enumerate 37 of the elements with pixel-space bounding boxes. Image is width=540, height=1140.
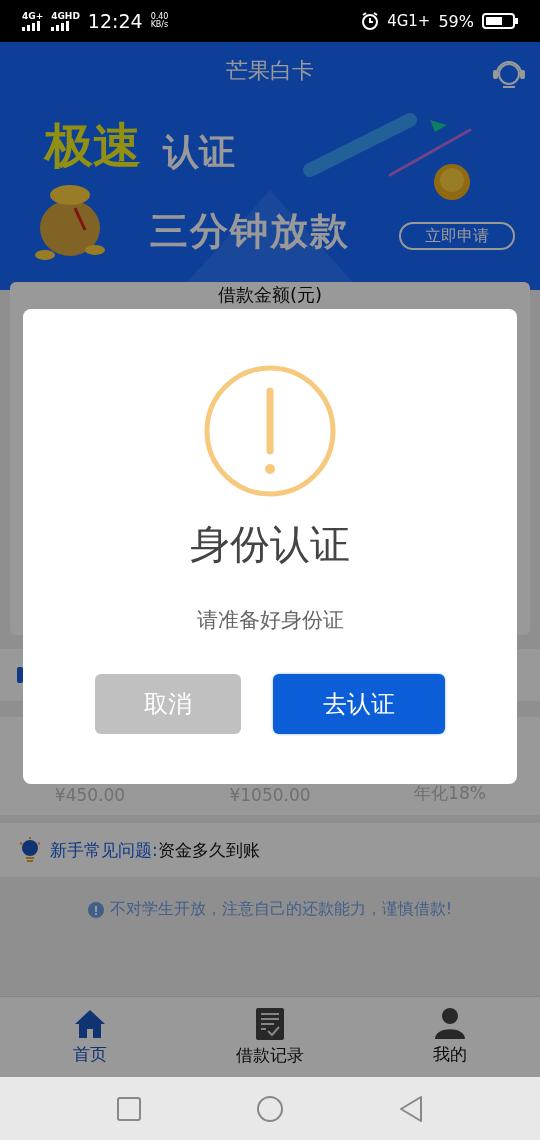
network-type: 4G+ <box>22 11 44 21</box>
banner-subline: 三分钟放款 <box>150 208 350 255</box>
signal-icon <box>22 20 42 31</box>
battery-icon <box>482 13 518 29</box>
network-speed: 0.40 <box>150 12 169 21</box>
back-icon[interactable] <box>398 1094 423 1123</box>
document-check-icon <box>256 1007 284 1040</box>
network-type: 4G1+ <box>387 12 431 30</box>
battery-level: 59% <box>438 11 474 31</box>
recents-icon[interactable] <box>117 1096 142 1121</box>
network-type: 4GHD <box>51 11 80 21</box>
apply-button[interactable]: 立即申请 <box>399 222 515 250</box>
info-icon <box>87 901 104 918</box>
person-icon <box>435 1008 465 1039</box>
speed-unit: KB/s <box>150 21 169 30</box>
signal-icon <box>51 20 72 31</box>
faq-question: 资金多久到账 <box>157 838 260 862</box>
faq-label: 新手常见问题: <box>50 838 158 862</box>
dialog-message: 请准备好身份证 <box>196 607 344 634</box>
app-title: 芒果白卡 <box>226 57 314 85</box>
tab[interactable]: 首页 <box>0 997 180 1077</box>
dialog-title: 身份认证 <box>190 520 350 569</box>
card-title: 借款金额(元) <box>217 284 322 306</box>
banner-headline-accent: 极速 <box>45 116 141 175</box>
banner-headline: 认证 <box>163 130 235 174</box>
tab[interactable]: 我的 <box>360 997 540 1077</box>
lightbulb-icon <box>18 837 42 863</box>
clock-time: 12:24 <box>87 10 143 32</box>
tab[interactable]: 借款记录 <box>180 997 360 1077</box>
alarm-icon <box>361 12 380 30</box>
faq-row[interactable]: 新手常见问题:资金多久到账 <box>0 823 540 877</box>
home-button-icon[interactable] <box>256 1094 284 1123</box>
home-icon <box>74 1008 106 1039</box>
accent-mark <box>17 667 23 683</box>
confirm-button[interactable]: 去认证 <box>273 674 445 734</box>
warning-icon <box>204 365 336 497</box>
notice-text: 不对学生开放，注意自己的还款能力，谨慎借款! <box>109 899 453 920</box>
